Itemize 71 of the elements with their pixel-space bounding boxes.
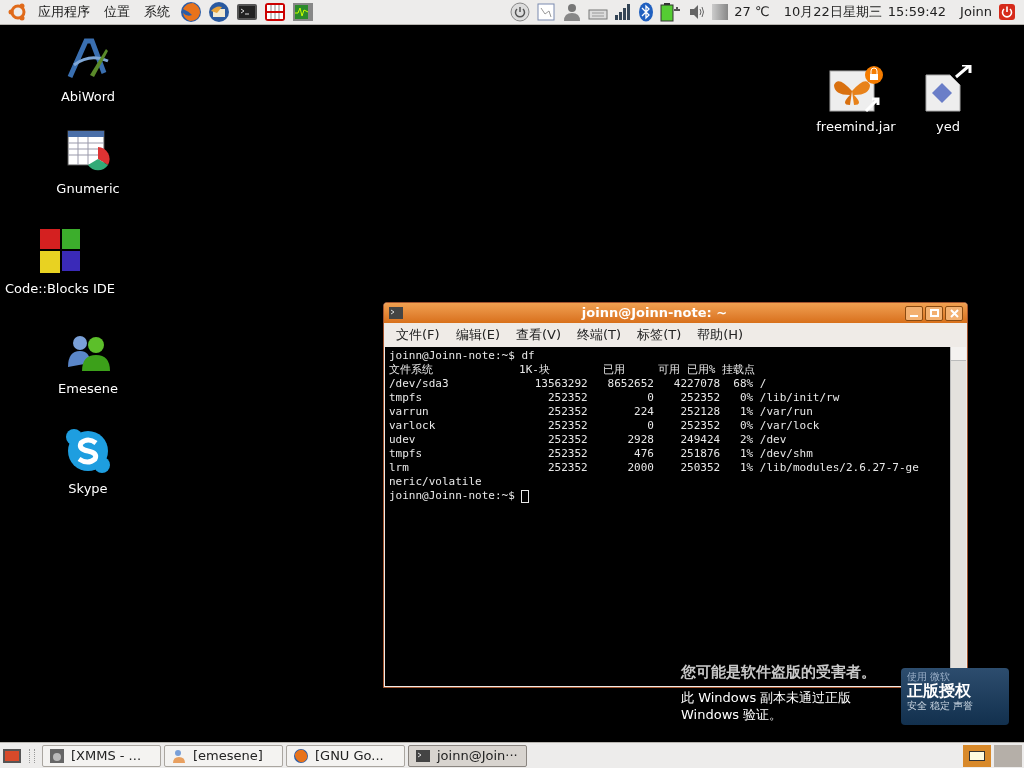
maximize-button[interactable]	[925, 305, 943, 321]
panel-menu[interactable]: 位置	[100, 2, 134, 22]
clock[interactable]: 15:59:42	[887, 2, 947, 22]
desktop-icon-label[interactable]: Emesene	[58, 379, 118, 399]
terminal-line: neric/volatile	[389, 475, 482, 489]
butterfly-file-icon[interactable]	[828, 65, 884, 113]
speaker-box-icon	[49, 747, 65, 764]
menu-item[interactable]: 终端(T)	[571, 325, 628, 345]
temperature[interactable]: 27 ℃	[734, 2, 770, 22]
globe-icon[interactable]	[180, 1, 202, 23]
terminal-icon	[415, 747, 431, 764]
speaker-icon[interactable]	[688, 3, 707, 21]
desktop-icon-label[interactable]: Gnumeric	[56, 179, 120, 199]
minimize-button[interactable]	[905, 305, 923, 321]
desktop-icon-label[interactable]: yed	[936, 117, 960, 137]
menu-item[interactable]: 帮助(H)	[691, 325, 750, 345]
terminal-line: joinn@Joinn-note:~$	[389, 489, 516, 503]
menu-item[interactable]: 编辑(E)	[449, 325, 506, 345]
badge-caption: 安全 稳定 声誉	[907, 700, 975, 712]
terminal-line: udev 252352 2928 249424 2% /dev	[389, 433, 787, 447]
task-button[interactable]: [GNU Go...	[286, 744, 405, 767]
task-button[interactable]: [emesene]	[164, 744, 283, 767]
workspace-tile[interactable]	[994, 744, 1022, 767]
terminal-line: /dev/sda3 13563292 8652652 4227078 68% /	[389, 377, 767, 391]
system-monitor-icon[interactable]	[292, 1, 314, 23]
date[interactable]: 10月22日星期三	[783, 2, 882, 22]
terminal-line: tmpfs 252352 0 252352 0% /lib/init/rw	[389, 391, 840, 405]
terminal-line: joinn@Joinn-note:~$ df	[389, 349, 535, 363]
task-button[interactable]: joinn@Join···	[408, 744, 527, 767]
close-button[interactable]	[945, 305, 963, 321]
window-title: joinn@Joinn-note: ~	[580, 304, 729, 323]
user-name[interactable]: Joinn	[960, 2, 992, 22]
notice-heading: 您可能是软件盗版的受害者。	[681, 662, 876, 683]
desktop-icon-label[interactable]: AbiWord	[60, 87, 116, 107]
battery-icon[interactable]	[660, 2, 683, 22]
shutdown-icon[interactable]	[998, 3, 1016, 21]
desktop-icon-label[interactable]: Code::Blocks IDE	[4, 279, 116, 299]
terminal-line: varrun 252352 224 252128 1% /var/run	[389, 405, 813, 419]
circle-of-friends-icon[interactable]	[8, 2, 28, 22]
person-icon	[171, 747, 187, 764]
task-button[interactable]: [XMMS - ...	[42, 744, 161, 767]
badge-top-text: 使用 微软	[907, 671, 951, 682]
close-icon	[949, 308, 959, 318]
teeth-icon[interactable]	[264, 1, 286, 23]
desktop-icon-label[interactable]: Skype	[68, 479, 108, 499]
notice-text: 此 Windows 副本未通过正版 Windows 验证。	[681, 689, 853, 723]
maximize-icon	[929, 309, 939, 317]
panel-menu[interactable]: 系统	[140, 2, 174, 22]
globe-icon	[293, 747, 309, 764]
signal-bars-icon[interactable]	[614, 3, 633, 21]
bird-envelope-icon[interactable]	[208, 1, 230, 23]
workspace-tile[interactable]	[963, 744, 991, 767]
show-desktop-icon[interactable]	[2, 746, 22, 765]
desktop-icon-label[interactable]: freemind.jar	[816, 117, 896, 137]
menu-item[interactable]: 查看(V)	[510, 325, 568, 345]
badge-title: 正版授权	[907, 682, 972, 700]
panel-menu[interactable]: 应用程序	[34, 2, 94, 22]
minimize-icon	[910, 314, 918, 317]
user-icon[interactable]	[562, 2, 583, 22]
power-icon[interactable]	[510, 2, 531, 22]
bluetooth-icon[interactable]	[638, 2, 655, 22]
terminal-icon[interactable]	[236, 1, 258, 23]
menu-item[interactable]: 文件(F)	[390, 325, 446, 345]
terminal-line: tmpfs 252352 476 251876 1% /dev/shm	[389, 447, 813, 461]
cloud-swirl-icon[interactable]	[64, 427, 112, 475]
menu-item[interactable]: 标签(T)	[631, 325, 688, 345]
terminal-line: varlock 252352 0 252352 0% /var/lock	[389, 419, 820, 433]
terminal-line: 文件系统 1K-块 已用 可用 已用% 挂载点	[389, 363, 755, 377]
terminal-icon	[388, 305, 404, 321]
text-cursor-icon	[521, 489, 530, 503]
terminal-line: lrm 252352 2000 250352 1% /lib/modules/2.6.27-7-ge	[389, 461, 919, 475]
